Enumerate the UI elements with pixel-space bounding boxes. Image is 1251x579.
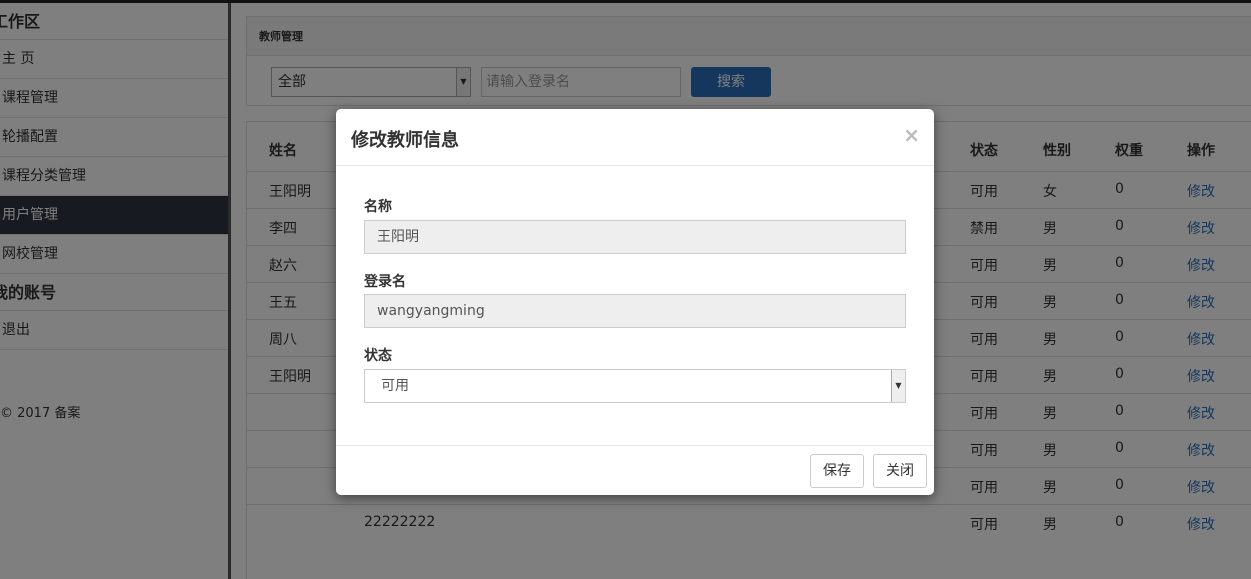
name-label: 名称 (364, 199, 392, 215)
modal-footer: 保存 关闭 (336, 445, 934, 495)
edit-teacher-modal: 修改教师信息 × 名称 王阳明 登录名 wangyangming 状态 可用 ▼… (336, 109, 934, 495)
name-field[interactable]: 王阳明 (364, 220, 906, 254)
login-label: 登录名 (364, 274, 406, 290)
close-button[interactable]: 关闭 (873, 454, 927, 488)
close-icon[interactable]: × (903, 123, 920, 147)
save-button[interactable]: 保存 (810, 454, 864, 488)
status-label: 状态 (364, 348, 392, 364)
chevron-down-icon: ▼ (891, 370, 905, 402)
status-select-value: 可用 (381, 378, 409, 394)
modal-header: 修改教师信息 × (336, 109, 934, 166)
status-select[interactable]: 可用 ▼ (364, 369, 906, 403)
login-field[interactable]: wangyangming (364, 294, 906, 328)
modal-title: 修改教师信息 (351, 130, 459, 151)
